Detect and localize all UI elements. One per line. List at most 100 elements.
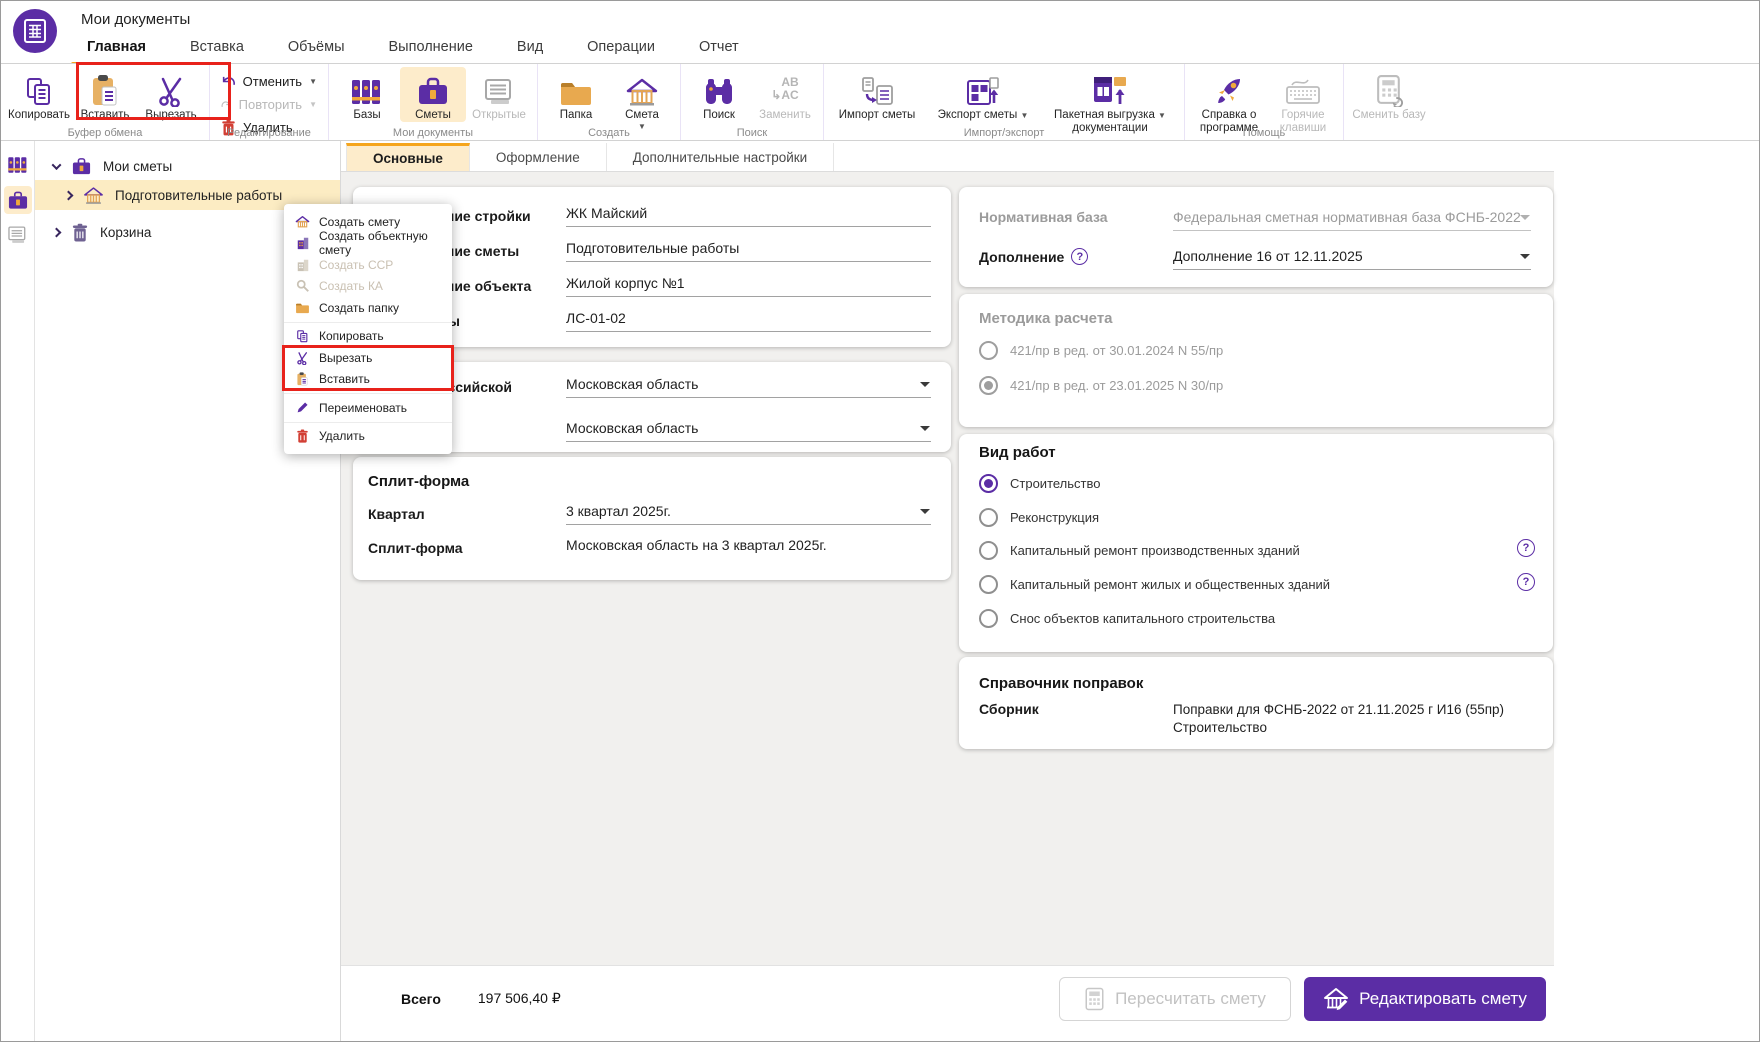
export-caret[interactable]: ▼ [1020, 111, 1028, 120]
menu-item-create-object-estimate[interactable]: Создать объектную смету [284, 229, 452, 257]
menu-separator [284, 421, 452, 423]
strip-bases-button[interactable] [4, 151, 32, 179]
import-estimate-button[interactable]: Импорт сметы [829, 67, 925, 122]
work-type-construction[interactable]: Строительство [979, 474, 1503, 493]
redo-icon [221, 101, 231, 108]
ribbon-group-clipboard: Копировать Вставить Вырезать Буфер обмен… [1, 64, 210, 140]
radio-unselected[interactable] [979, 541, 998, 560]
create-folder-button[interactable]: Папка [543, 67, 609, 122]
help-icon[interactable]: ? [1071, 248, 1089, 265]
briefcase-icon [72, 157, 91, 174]
binoculars-icon [703, 70, 735, 107]
work-type-residential-repair[interactable]: Капитальный ремонт жилых и общественных … [979, 575, 1503, 594]
edit-estimate-button[interactable]: Редактировать смету [1304, 976, 1546, 1021]
radio-selected[interactable] [979, 474, 998, 493]
chevron-right-icon[interactable] [51, 227, 62, 237]
card-corrections: Справочник поправок Сборник Поправки для… [959, 657, 1553, 749]
menu-item-copy[interactable]: Копировать [284, 326, 452, 348]
app-logo[interactable] [13, 9, 57, 53]
house-edit-icon [1324, 987, 1349, 1010]
tab-advanced-settings[interactable]: Дополнительные настройки [607, 143, 835, 171]
tab-appearance[interactable]: Оформление [470, 143, 607, 171]
quarter-label: Квартал [368, 506, 425, 522]
menu-item-create-ka: Создать КА [284, 276, 452, 298]
help-icon[interactable]: ? [1517, 573, 1535, 591]
group-label-clipboard: Буфер обмена [67, 127, 143, 139]
object-name-field[interactable]: Жилой корпус №1 [566, 275, 931, 297]
menu-item-create-folder[interactable]: Создать папку [284, 297, 452, 319]
chevron-right-icon[interactable] [63, 190, 74, 200]
region-select[interactable]: Московская область [566, 376, 931, 398]
house-icon [84, 186, 103, 204]
total-label: Всего [401, 990, 441, 1007]
tab-general[interactable]: Основные [346, 143, 470, 171]
ribbon-toolbar: Копировать Вставить Вырезать Буфер обмен… [1, 63, 1759, 141]
region-zone-select[interactable]: Московская область [566, 420, 931, 442]
binders-icon [350, 70, 384, 107]
about-button[interactable]: Справка о программе [1190, 67, 1268, 135]
undo-dropdown-caret[interactable]: ▼ [309, 77, 317, 86]
menu-item-paste[interactable]: Вставить [284, 369, 452, 391]
footer-bar: Всего 197 506,40 ₽ Пересчитать смету Ред… [341, 965, 1554, 1041]
copy-button[interactable]: Копировать [6, 67, 72, 122]
radio-selected [979, 376, 998, 395]
tree-item-my-estimates[interactable]: Мои сметы [35, 151, 340, 181]
estimate-code-field[interactable]: ЛС-01-02 [566, 310, 931, 332]
cut-button[interactable]: Вырезать [138, 67, 204, 122]
folder-icon [295, 300, 310, 315]
strip-estimates-button[interactable] [3, 186, 32, 214]
ribbon-tab-execution[interactable]: Выполнение [367, 33, 495, 63]
construction-name-field[interactable]: ЖК Майский [566, 205, 931, 227]
strip-opened-button[interactable] [4, 221, 32, 249]
work-type-industrial-repair[interactable]: Капитальный ремонт производственных здан… [979, 541, 1503, 560]
help-icon[interactable]: ? [1517, 539, 1535, 557]
menu-item-rename[interactable]: Переименовать [284, 397, 452, 419]
radio-unselected[interactable] [979, 575, 998, 594]
ribbon-tab-volumes[interactable]: Объёмы [266, 33, 367, 63]
radio-unselected[interactable] [979, 508, 998, 527]
ribbon-tab-operations[interactable]: Операции [565, 33, 677, 63]
menu-item-cut[interactable]: Вырезать [284, 347, 452, 369]
ribbon-tab-insert[interactable]: Вставка [168, 33, 266, 63]
collection-value: Поправки для ФСНБ-2022 от 21.11.2025 г И… [1173, 702, 1505, 736]
work-type-reconstruction[interactable]: Реконструкция [979, 508, 1503, 527]
copy-icon [295, 329, 310, 344]
method-title: Методика расчета [979, 310, 1113, 327]
briefcase-icon [416, 70, 450, 107]
quarter-select[interactable]: 3 квартал 2025г. [566, 503, 931, 525]
calculator-refresh-icon [1375, 70, 1404, 107]
chevron-down-icon[interactable] [51, 159, 62, 170]
ribbon-tab-view[interactable]: Вид [495, 33, 565, 63]
ribbon-tab-main[interactable]: Главная [65, 33, 168, 66]
house-icon [295, 214, 310, 229]
addition-select[interactable]: Дополнение 16 от 12.11.2025 [1173, 248, 1531, 270]
folder-icon [559, 70, 593, 107]
calculator-icon [1085, 987, 1104, 1010]
context-menu: Создать смету Создать объектную смету Со… [284, 204, 452, 454]
paste-button[interactable]: Вставить [72, 67, 138, 122]
ribbon-group-base: Сменить базу [1344, 64, 1434, 140]
radio-unselected[interactable] [979, 609, 998, 628]
estimate-name-field[interactable]: Подготовительные работы [566, 240, 931, 262]
keyboard-icon [1285, 70, 1321, 107]
undo-icon [222, 76, 235, 86]
redo-button[interactable]: Повторить ▼ [221, 95, 317, 114]
recalculate-button: Пересчитать смету [1059, 976, 1291, 1021]
menu-item-delete[interactable]: Удалить [284, 426, 452, 448]
titlebar: Мои документы Главная Вставка Объёмы Вып… [1, 1, 1759, 66]
spreadsheet-icon [24, 19, 46, 43]
create-estimate-button[interactable]: Смета ▼ [609, 67, 675, 131]
ribbon-group-import-export: Импорт сметы Экспорт сметы ▼ Пакетная вы… [824, 64, 1185, 140]
copy-icon [24, 70, 54, 107]
bases-button[interactable]: Базы [334, 67, 400, 122]
search-button[interactable]: Поиск [686, 67, 752, 122]
work-type-demolition[interactable]: Снос объектов капитального строительства [979, 609, 1503, 628]
undo-button[interactable]: Отменить ▼ [221, 72, 317, 91]
batch-export-button[interactable]: Пакетная выгрузка ▼ документации [1041, 67, 1179, 135]
export-estimate-button[interactable]: Экспорт сметы ▼ [925, 67, 1041, 122]
estimates-button[interactable]: Сметы [400, 67, 466, 123]
split-form-label: Сплит-форма [368, 540, 463, 556]
batch-export-caret[interactable]: ▼ [1158, 111, 1166, 120]
card-method: Методика расчета 421/пр в ред. от 30.01.… [959, 294, 1553, 427]
ribbon-tab-report[interactable]: Отчет [677, 33, 761, 63]
